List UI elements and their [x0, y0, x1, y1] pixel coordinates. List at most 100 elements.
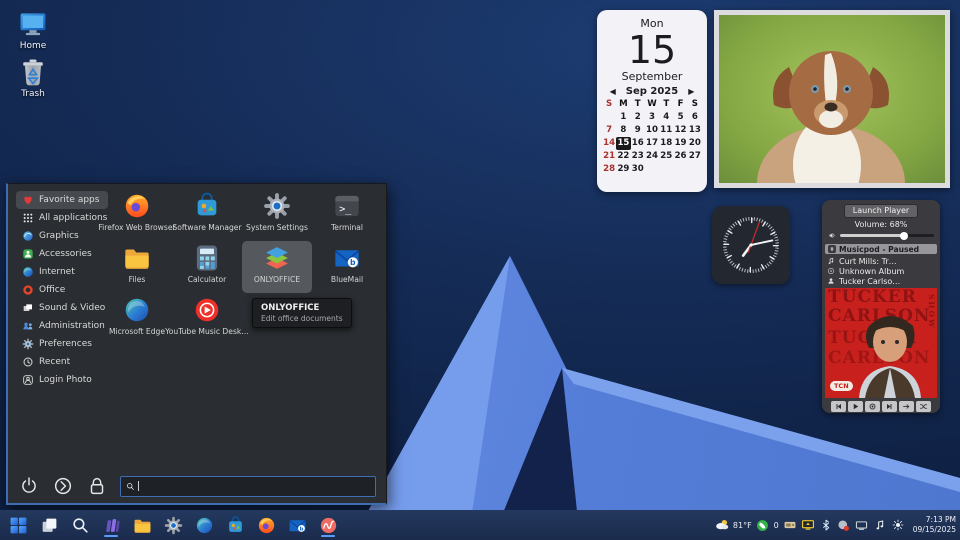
calendar-date[interactable]: 29 [616, 163, 630, 176]
sidebar-item-administration[interactable]: Administration [16, 317, 108, 335]
sidebar-item-favorite-apps[interactable]: Favorite apps [16, 191, 108, 209]
start-button[interactable] [6, 512, 30, 538]
calendar-date[interactable]: 22 [616, 150, 630, 163]
sidebar-item-sound-video[interactable]: Sound & Video [16, 299, 108, 317]
calendar-date[interactable]: 5 [673, 111, 687, 124]
calendar-date[interactable]: 18 [659, 137, 673, 150]
calculator-icon [192, 244, 222, 272]
desktop-icon-trash[interactable]: Trash [8, 56, 58, 99]
puppy-photo [719, 15, 945, 183]
temperature-label[interactable]: 81°F [733, 521, 752, 530]
calendar-date[interactable]: 2 [631, 111, 645, 124]
calendar-date[interactable]: 30 [631, 163, 645, 176]
calendar-date[interactable]: 24 [645, 150, 659, 163]
sidebar-item-office[interactable]: Office [16, 281, 108, 299]
taskbar-bluemail-button[interactable] [285, 512, 309, 538]
player-play-button[interactable] [848, 401, 863, 412]
calendar-prev-icon[interactable]: ◀ [610, 87, 616, 96]
phone-icon[interactable] [756, 518, 770, 532]
player-shuffle-button[interactable] [916, 401, 931, 412]
display-icon[interactable] [855, 518, 869, 532]
desktop-icon-home[interactable]: Home [8, 8, 58, 51]
application-menu: Favorite apps All applications Graphics … [6, 183, 387, 505]
clock-face [716, 210, 786, 280]
sidebar-item-graphics[interactable]: Graphics [16, 227, 108, 245]
taskbar-musikpod-button[interactable] [316, 512, 340, 538]
lock-button[interactable] [86, 475, 108, 497]
calendar-date[interactable]: 10 [645, 124, 659, 137]
app-firefox[interactable]: Firefox Web Browser [102, 189, 172, 241]
menu-search-box[interactable] [120, 476, 376, 497]
sidebar-item-preferences[interactable]: Preferences [16, 335, 108, 353]
sidebar-item-recent[interactable]: Recent [16, 353, 108, 371]
media-device-icon[interactable] [783, 518, 797, 532]
sidebar-label: All applications [39, 213, 107, 223]
player-record-button[interactable] [865, 401, 880, 412]
weather-icon[interactable] [715, 518, 729, 532]
brightness-icon[interactable] [891, 518, 905, 532]
calendar-date[interactable]: 9 [631, 124, 645, 137]
app-terminal[interactable]: Terminal [312, 189, 382, 241]
calendar-date[interactable]: 8 [616, 124, 630, 137]
calendar-date[interactable]: 28 [602, 163, 616, 176]
calendar-date[interactable]: 23 [631, 150, 645, 163]
calendar-date[interactable]: 25 [659, 150, 673, 163]
app-bluemail[interactable]: BlueMail [312, 241, 382, 293]
taskbar-clock[interactable]: 7:13 PM 09/15/2025 [913, 515, 956, 535]
sidebar-item-login-photo[interactable]: Login Photo [16, 371, 108, 389]
calendar-date[interactable]: 27 [688, 150, 702, 163]
app-microsoft-edge[interactable]: Microsoft Edge [102, 293, 172, 345]
app-label: ONLYOFFICE [254, 275, 300, 284]
calendar-date[interactable]: 3 [645, 111, 659, 124]
tooltip-title: ONLYOFFICE [261, 303, 343, 313]
calendar-date[interactable]: 21 [602, 150, 616, 163]
calendar-date[interactable]: 16 [631, 137, 645, 150]
sidebar-item-internet[interactable]: Internet [16, 263, 108, 281]
app-system-settings[interactable]: System Settings [242, 189, 312, 241]
calendar-date[interactable]: 7 [602, 124, 616, 137]
calendar-date[interactable]: 26 [673, 150, 687, 163]
app-calculator[interactable]: Calculator [172, 241, 242, 293]
calendar-date[interactable]: 13 [688, 124, 702, 137]
sidebar-item-accessories[interactable]: Accessories [16, 245, 108, 263]
calendar-date[interactable]: 4 [659, 111, 673, 124]
calendar-date[interactable]: 12 [673, 124, 687, 137]
task-view-button[interactable] [37, 512, 61, 538]
logout-button[interactable] [52, 475, 74, 497]
sidebar-item-all-applications[interactable]: All applications [16, 209, 108, 227]
calendar-date[interactable]: 15 [616, 137, 630, 150]
all-apps-grid-icon [22, 212, 34, 224]
bluetooth-icon[interactable] [819, 518, 833, 532]
calendar-next-icon[interactable]: ▶ [688, 87, 694, 96]
calendar-date[interactable]: 6 [688, 111, 702, 124]
calendar-empty-cell [602, 111, 616, 124]
app-onlyoffice[interactable]: ONLYOFFICE [242, 241, 312, 293]
power-button[interactable] [18, 475, 40, 497]
app-youtube-music[interactable]: YouTube Music Desk… [172, 293, 242, 345]
screen-share-icon[interactable] [801, 518, 815, 532]
calendar-date[interactable]: 11 [659, 124, 673, 137]
music-note-icon[interactable] [873, 518, 887, 532]
player-next-button[interactable] [882, 401, 897, 412]
volume-status-icon[interactable] [837, 518, 851, 532]
volume-slider[interactable] [840, 234, 934, 237]
menu-search-input[interactable] [142, 481, 370, 491]
calendar-date[interactable]: 14 [602, 137, 616, 150]
taskbar-settings-button[interactable] [161, 512, 185, 538]
taskbar-edge-button[interactable] [192, 512, 216, 538]
calendar-date[interactable]: 19 [673, 137, 687, 150]
calendar-date[interactable]: 1 [616, 111, 630, 124]
taskbar-library-button[interactable] [99, 512, 123, 538]
launch-player-button[interactable]: Launch Player [845, 205, 917, 217]
player-forward-button[interactable] [899, 401, 914, 412]
taskbar-file-manager-button[interactable] [130, 512, 154, 538]
app-software-manager[interactable]: Software Manager [172, 189, 242, 241]
calendar-date[interactable]: 17 [645, 137, 659, 150]
taskbar-software-manager-button[interactable] [223, 512, 247, 538]
taskbar-firefox-button[interactable] [254, 512, 278, 538]
player-previous-button[interactable] [831, 401, 846, 412]
taskbar-search-button[interactable] [68, 512, 92, 538]
volume-knob[interactable] [900, 232, 908, 240]
calendar-date[interactable]: 20 [688, 137, 702, 150]
app-files[interactable]: Files [102, 241, 172, 293]
